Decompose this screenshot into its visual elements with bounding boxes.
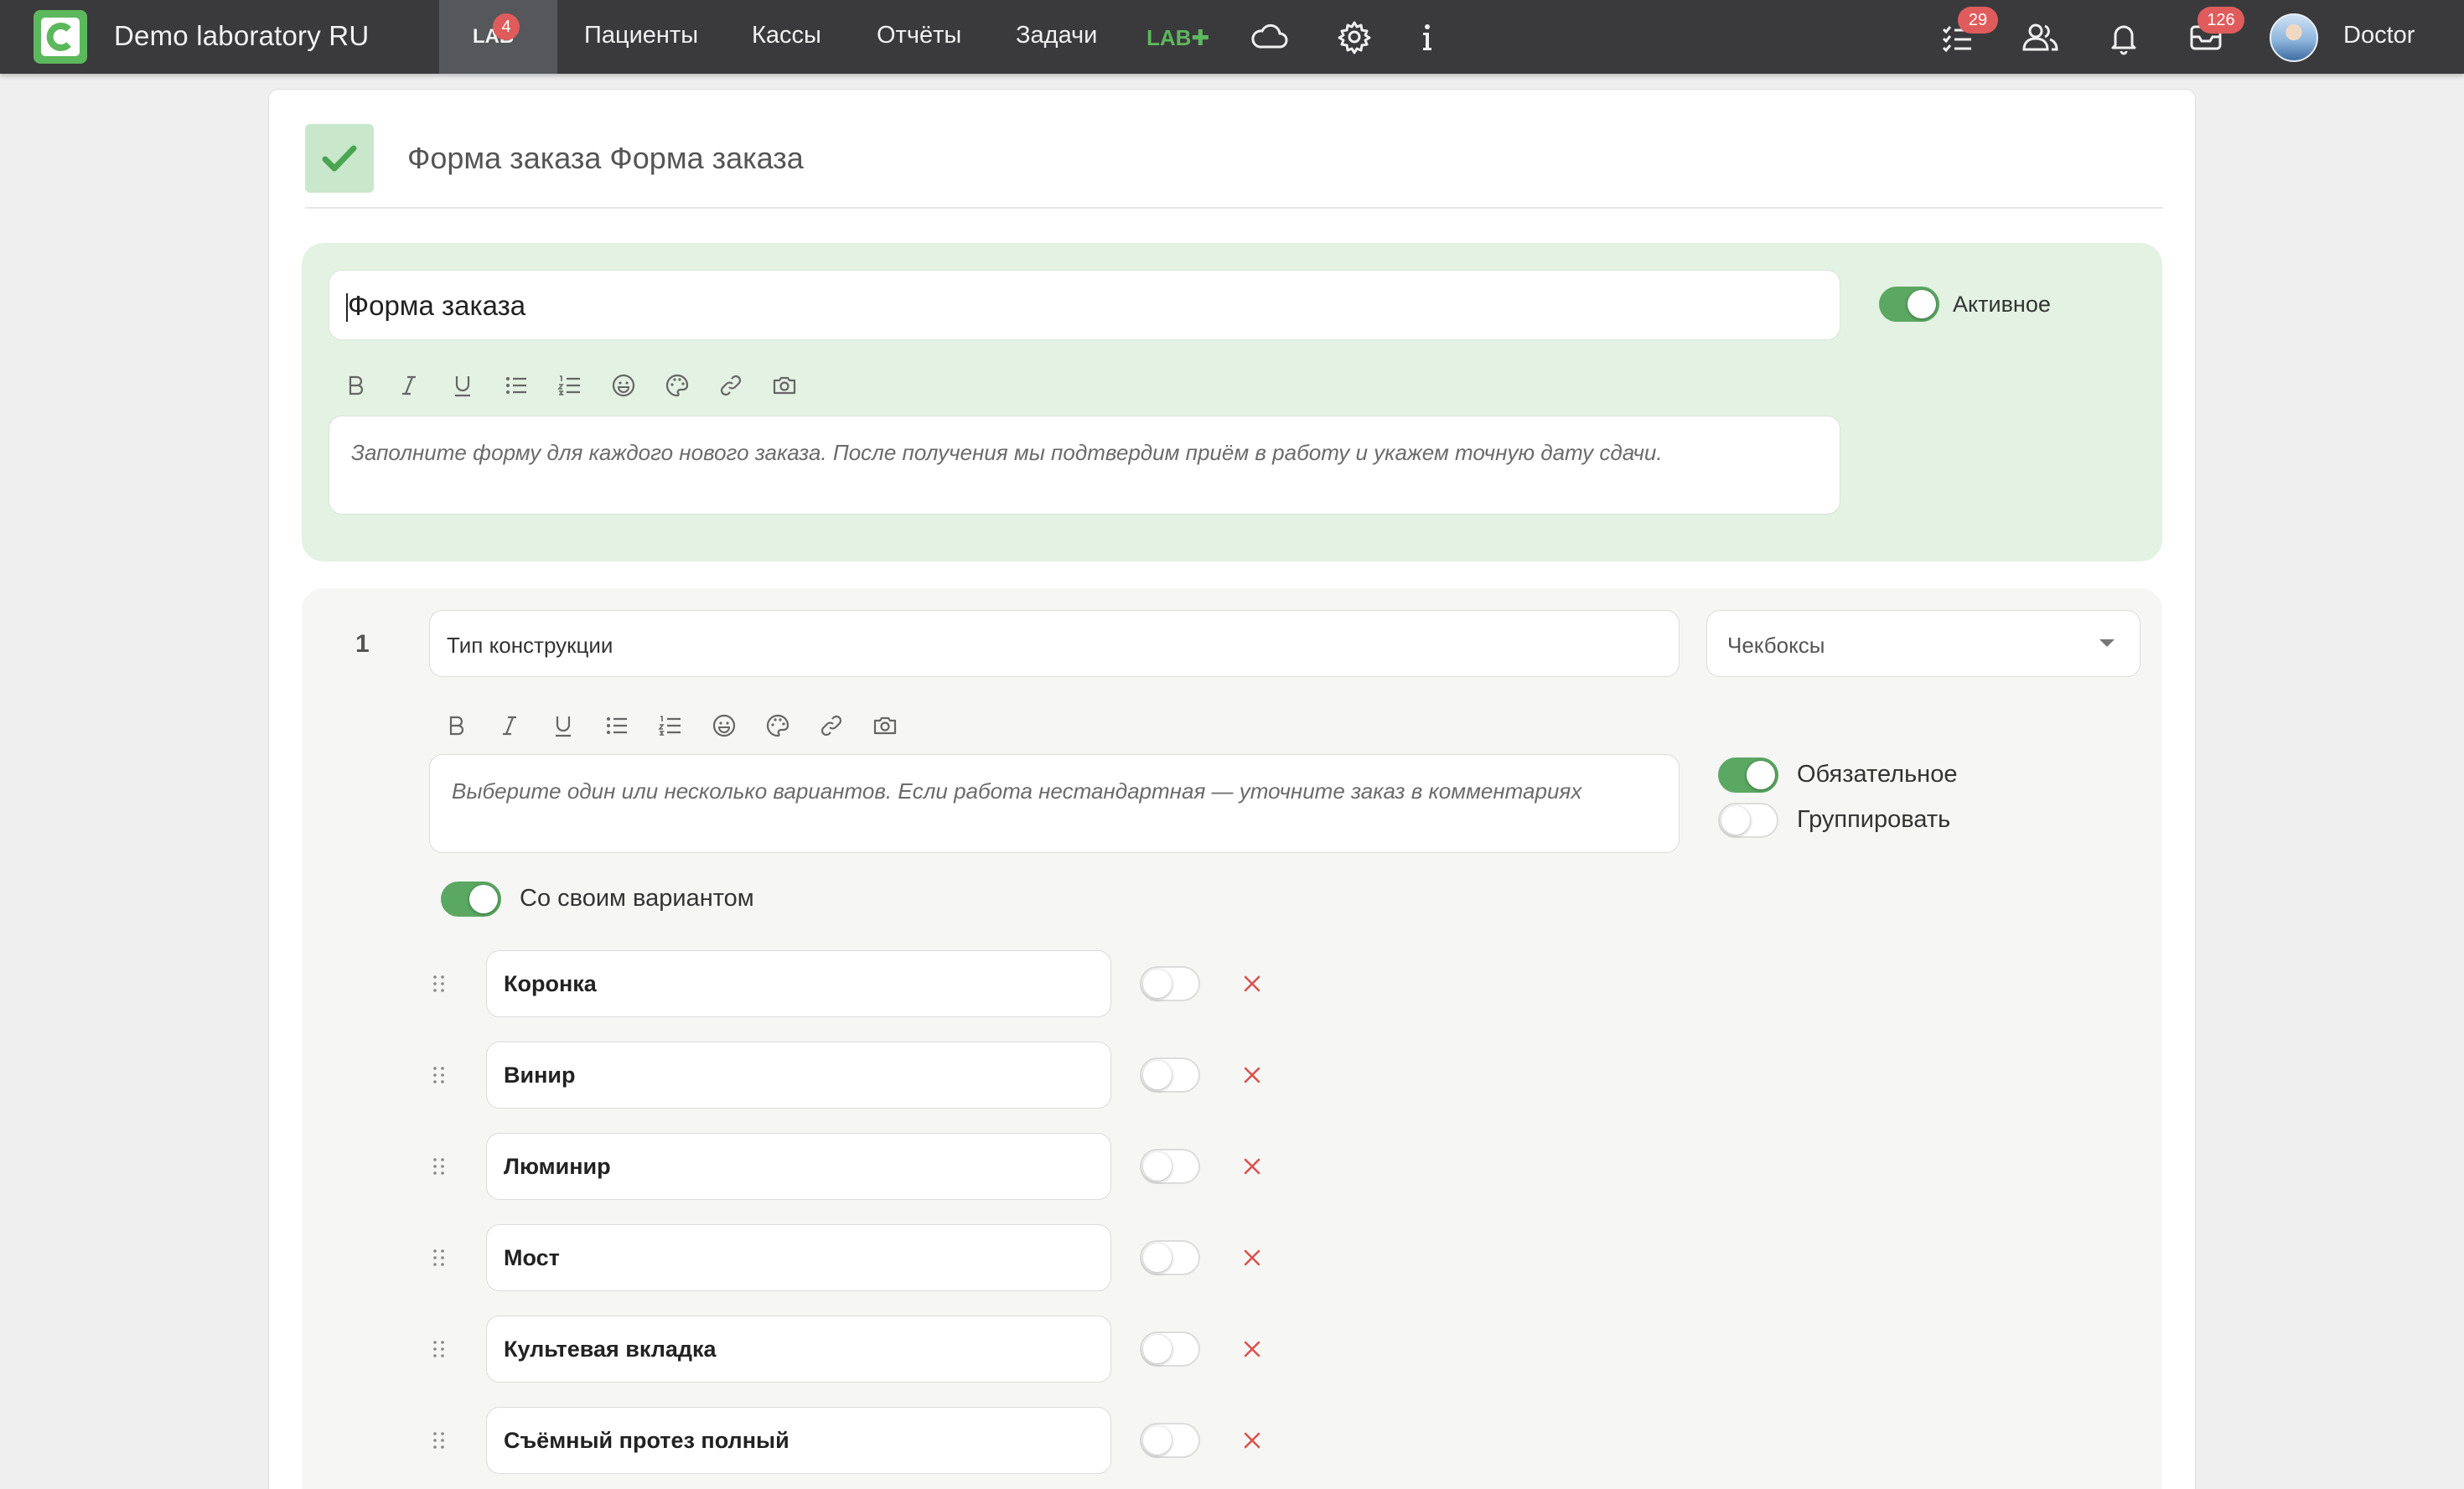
bell-icon[interactable]: [2105, 18, 2142, 55]
option-toggle[interactable]: [1140, 1423, 1200, 1458]
option-value: Съёмный протез полный: [504, 1428, 789, 1453]
option-toggle[interactable]: [1140, 1240, 1200, 1275]
option-input[interactable]: Культевая вкладка: [486, 1316, 1111, 1383]
bullet-list-icon[interactable]: [489, 367, 543, 404]
bold-icon[interactable]: [329, 367, 382, 404]
option-input[interactable]: Мост: [486, 1224, 1111, 1291]
option-value: Винир: [504, 1062, 576, 1088]
drag-handle-icon[interactable]: [431, 972, 448, 995]
palette-icon[interactable]: [751, 707, 805, 744]
remove-option-icon[interactable]: [1240, 1063, 1264, 1087]
underline-icon[interactable]: [436, 367, 489, 404]
chevron-down-icon: [2099, 639, 2115, 647]
option-value: Культевая вкладка: [504, 1336, 717, 1362]
question-number: 1: [355, 630, 370, 658]
option-toggle[interactable]: [1140, 1149, 1200, 1184]
form-description-toolbar: [329, 367, 811, 404]
nav-link-lab-plus[interactable]: LAB✚: [1147, 25, 1209, 51]
remove-option-icon[interactable]: [1240, 1155, 1264, 1178]
form-status-check: [305, 124, 374, 193]
question-title-input[interactable]: Тип конструкции: [429, 610, 1680, 677]
option-value: Коронка: [504, 971, 597, 996]
camera-icon[interactable]: [858, 707, 912, 744]
info-icon[interactable]: [1418, 18, 1436, 55]
form-active-label: Активное: [1953, 292, 2051, 317]
header-divider: [305, 207, 2162, 209]
drag-handle-icon[interactable]: [431, 1337, 448, 1361]
option-value: Люминир: [504, 1154, 611, 1179]
link-icon[interactable]: [805, 707, 858, 744]
link-icon[interactable]: [704, 367, 758, 404]
nav-link-tasks[interactable]: Задачи: [1016, 22, 1097, 49]
logo-c-icon: [41, 18, 80, 56]
remove-option-icon[interactable]: [1240, 1246, 1264, 1269]
drag-handle-icon[interactable]: [431, 1155, 448, 1178]
required-label: Обязательное: [1797, 761, 1958, 788]
form-description-editor[interactable]: Заполните форму для каждого нового заказ…: [329, 416, 1840, 514]
cloud-icon[interactable]: [1249, 18, 1289, 55]
group-toggle[interactable]: [1718, 803, 1778, 838]
question-type-value: Чекбоксы: [1727, 633, 1825, 658]
drag-handle-icon[interactable]: [431, 1063, 448, 1087]
option-input[interactable]: Съёмный протез полный: [486, 1407, 1111, 1474]
tasks-count-badge: 29: [1958, 7, 1998, 34]
question-description-toolbar: [429, 707, 912, 744]
user-name[interactable]: Doctor: [2343, 22, 2415, 49]
users-icon[interactable]: [2020, 18, 2060, 55]
bullet-list-icon[interactable]: [590, 707, 644, 744]
user-avatar[interactable]: [2270, 13, 2318, 62]
numbered-list-icon[interactable]: [543, 367, 597, 404]
camera-icon[interactable]: [758, 367, 811, 404]
form-header-title: Форма заказа Форма заказа: [407, 141, 804, 175]
palette-icon[interactable]: [650, 367, 704, 404]
form-title-input[interactable]: Форма заказа: [329, 270, 1840, 340]
option-toggle[interactable]: [1140, 1331, 1200, 1367]
remove-option-icon[interactable]: [1240, 1429, 1264, 1452]
required-toggle[interactable]: [1718, 757, 1778, 793]
form-active-toggle[interactable]: [1879, 287, 1939, 322]
question-type-select[interactable]: Чекбоксы: [1706, 610, 2140, 677]
drag-handle-icon[interactable]: [431, 1429, 448, 1452]
app-logo[interactable]: [34, 10, 87, 64]
option-value: Мост: [504, 1245, 560, 1270]
nav-link-reports[interactable]: Отчёты: [877, 22, 961, 49]
question-description-text: Выберите один или несколько вариантов. Е…: [452, 778, 1582, 804]
option-input[interactable]: Люминир: [486, 1133, 1111, 1200]
numbered-list-icon[interactable]: [644, 707, 697, 744]
italic-icon[interactable]: [382, 367, 436, 404]
top-navbar: Demo laboratory RU LAB 4 Пациенты Кассы …: [0, 0, 2464, 74]
gear-icon[interactable]: [1336, 18, 1373, 55]
underline-icon[interactable]: [536, 707, 590, 744]
option-input[interactable]: Коронка: [486, 950, 1111, 1017]
form-title-value: Форма заказа: [348, 290, 526, 321]
messages-count-badge: 126: [2197, 7, 2244, 34]
group-label: Группировать: [1797, 806, 1951, 833]
nav-link-patients[interactable]: Пациенты: [584, 22, 698, 49]
drag-handle-icon[interactable]: [431, 1246, 448, 1269]
custom-option-toggle[interactable]: [441, 882, 501, 917]
italic-icon[interactable]: [483, 707, 536, 744]
option-toggle[interactable]: [1140, 966, 1200, 1001]
form-description-text: Заполните форму для каждого нового заказ…: [351, 440, 1663, 465]
emoji-icon[interactable]: [697, 707, 751, 744]
custom-option-label: Со своим вариантом: [520, 885, 754, 912]
option-input[interactable]: Винир: [486, 1042, 1111, 1109]
app-title: Demo laboratory RU: [114, 20, 370, 51]
check-icon: [322, 145, 357, 172]
emoji-icon[interactable]: [597, 367, 650, 404]
remove-option-icon[interactable]: [1240, 972, 1264, 995]
nav-link-cash[interactable]: Кассы: [752, 22, 821, 49]
option-toggle[interactable]: [1140, 1057, 1200, 1093]
bold-icon[interactable]: [429, 707, 483, 744]
lab-count-badge: 4: [493, 13, 520, 40]
question-title-value: Тип конструкции: [447, 633, 613, 658]
question-description-editor[interactable]: Выберите один или несколько вариантов. Е…: [429, 754, 1680, 853]
remove-option-icon[interactable]: [1240, 1337, 1264, 1361]
